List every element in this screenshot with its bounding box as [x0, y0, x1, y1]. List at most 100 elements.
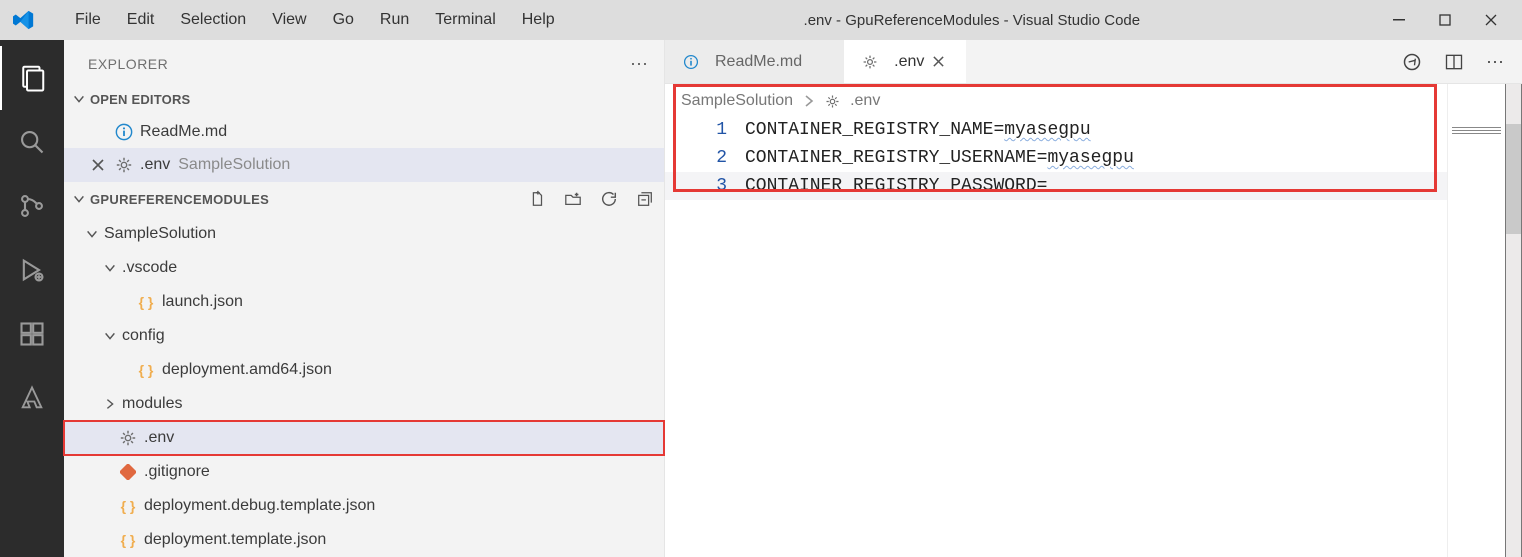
project-header[interactable]: GPUREFERENCEMODULES	[64, 182, 664, 217]
tree-folder[interactable]: .vscode	[64, 251, 664, 285]
split-editor-icon[interactable]	[1444, 52, 1464, 72]
menu-view[interactable]: View	[259, 5, 319, 35]
tree-file[interactable]: .gitignore	[64, 455, 664, 489]
collapse-all-icon[interactable]	[636, 190, 654, 208]
open-editor-label: ReadMe.md	[140, 123, 227, 141]
code-line[interactable]: 1CONTAINER_REGISTRY_NAME=myasegpu	[665, 116, 1447, 144]
menu-file[interactable]: File	[62, 5, 114, 35]
code-text: CONTAINER_REGISTRY_NAME=myasegpu	[745, 116, 1091, 144]
run-debug-activity-icon[interactable]	[0, 238, 64, 302]
open-editors-header[interactable]: OPEN EDITORS	[64, 83, 664, 114]
tree-label: .gitignore	[144, 463, 210, 481]
more-actions-icon[interactable]: ···	[1486, 51, 1504, 72]
tree-file[interactable]: { } deployment.amd64.json	[64, 353, 664, 387]
explorer-title: EXPLORER	[88, 56, 168, 72]
tab-env[interactable]: .env	[844, 40, 966, 83]
gear-icon	[118, 429, 138, 447]
line-number: 1	[665, 116, 745, 144]
code-line[interactable]: 2CONTAINER_REGISTRY_USERNAME=myasegpu	[665, 144, 1447, 172]
minimap[interactable]	[1447, 84, 1505, 557]
json-icon: { }	[136, 294, 156, 310]
breadcrumb[interactable]: SampleSolution .env	[665, 84, 1447, 116]
tree-label: .env	[144, 429, 174, 447]
tree-label: config	[122, 327, 165, 345]
tree-label: modules	[122, 395, 182, 413]
source-control-activity-icon[interactable]	[0, 174, 64, 238]
menu-selection[interactable]: Selection	[167, 5, 259, 35]
maximize-button[interactable]	[1422, 0, 1468, 40]
info-icon	[681, 54, 701, 70]
menu-run[interactable]: Run	[367, 5, 422, 35]
tree-file[interactable]: .env	[64, 421, 664, 455]
menu-help[interactable]: Help	[509, 5, 568, 35]
chevron-down-icon	[102, 261, 118, 275]
tree-label: deployment.amd64.json	[162, 361, 332, 379]
menu-go[interactable]: Go	[320, 5, 367, 35]
line-number: 3	[665, 172, 745, 200]
open-editor-label: .env	[140, 156, 170, 174]
gear-icon	[860, 54, 880, 70]
menu-bar: File Edit Selection View Go Run Terminal…	[62, 5, 568, 35]
tree-file[interactable]: { } deployment.debug.template.json	[64, 489, 664, 523]
close-window-button[interactable]	[1468, 0, 1514, 40]
close-icon[interactable]	[82, 158, 114, 172]
info-icon	[114, 123, 134, 141]
chevron-right-icon	[803, 95, 815, 107]
close-icon[interactable]	[932, 55, 950, 68]
scrollbar-thumb[interactable]	[1506, 124, 1521, 234]
tree-label: deployment.template.json	[144, 531, 326, 549]
activity-bar	[0, 40, 64, 557]
json-icon: { }	[118, 532, 138, 548]
tab-label: ReadMe.md	[715, 53, 802, 71]
json-icon: { }	[136, 362, 156, 378]
search-activity-icon[interactable]	[0, 110, 64, 174]
tab-label: .env	[894, 53, 924, 71]
open-editors-label: OPEN EDITORS	[90, 92, 190, 107]
title-bar: File Edit Selection View Go Run Terminal…	[0, 0, 1522, 40]
tree-label: SampleSolution	[104, 225, 216, 243]
project-name: GPUREFERENCEMODULES	[90, 192, 269, 207]
tab-readme[interactable]: ReadMe.md	[665, 40, 844, 83]
new-file-icon[interactable]	[528, 190, 546, 208]
open-editor-sublabel: SampleSolution	[178, 156, 290, 174]
tree-label: .vscode	[122, 259, 177, 277]
azure-activity-icon[interactable]	[0, 366, 64, 430]
json-icon: { }	[118, 498, 138, 514]
tree-file[interactable]: { } deployment.template.json	[64, 523, 664, 557]
extensions-activity-icon[interactable]	[0, 302, 64, 366]
breadcrumb-part[interactable]: SampleSolution	[681, 92, 793, 110]
open-editor-env[interactable]: .env SampleSolution	[64, 148, 664, 181]
window-title: .env - GpuReferenceModules - Visual Stud…	[568, 12, 1376, 29]
editor-tabs: ReadMe.md .env ···	[665, 40, 1522, 84]
explorer-activity-icon[interactable]	[0, 46, 64, 110]
new-folder-icon[interactable]	[564, 190, 582, 208]
git-icon	[118, 464, 138, 480]
editor-body[interactable]: SampleSolution .env 1CONTAINER_REGISTRY_…	[665, 84, 1447, 557]
gear-icon	[114, 156, 134, 174]
minimize-button[interactable]	[1376, 0, 1422, 40]
breadcrumb-part[interactable]: .env	[850, 92, 880, 110]
chevron-down-icon	[72, 92, 86, 106]
code-text: CONTAINER_REGISTRY_USERNAME=myasegpu	[745, 144, 1134, 172]
editor-area: ReadMe.md .env ···	[665, 40, 1522, 557]
editor-tab-actions: ···	[1384, 40, 1522, 83]
chevron-down-icon	[102, 329, 118, 343]
window-controls	[1376, 0, 1514, 40]
code-line[interactable]: 3CONTAINER_REGISTRY_PASSWORD=	[665, 172, 1447, 200]
menu-terminal[interactable]: Terminal	[422, 5, 508, 35]
gear-icon	[825, 94, 840, 109]
tree-folder[interactable]: config	[64, 319, 664, 353]
open-editor-readme[interactable]: ReadMe.md	[64, 115, 664, 148]
line-number: 2	[665, 144, 745, 172]
editor-scrollbar[interactable]	[1505, 84, 1522, 557]
tree-folder[interactable]: SampleSolution	[64, 217, 664, 251]
explorer-more-icon[interactable]: ···	[630, 53, 648, 74]
menu-edit[interactable]: Edit	[114, 5, 168, 35]
tree-folder[interactable]: modules	[64, 387, 664, 421]
chevron-right-icon	[102, 397, 118, 411]
run-file-icon[interactable]	[1402, 52, 1422, 72]
refresh-icon[interactable]	[600, 190, 618, 208]
tree-label: deployment.debug.template.json	[144, 497, 375, 515]
tree-file[interactable]: { }launch.json	[64, 285, 664, 319]
code-text: CONTAINER_REGISTRY_PASSWORD=	[745, 172, 1047, 200]
